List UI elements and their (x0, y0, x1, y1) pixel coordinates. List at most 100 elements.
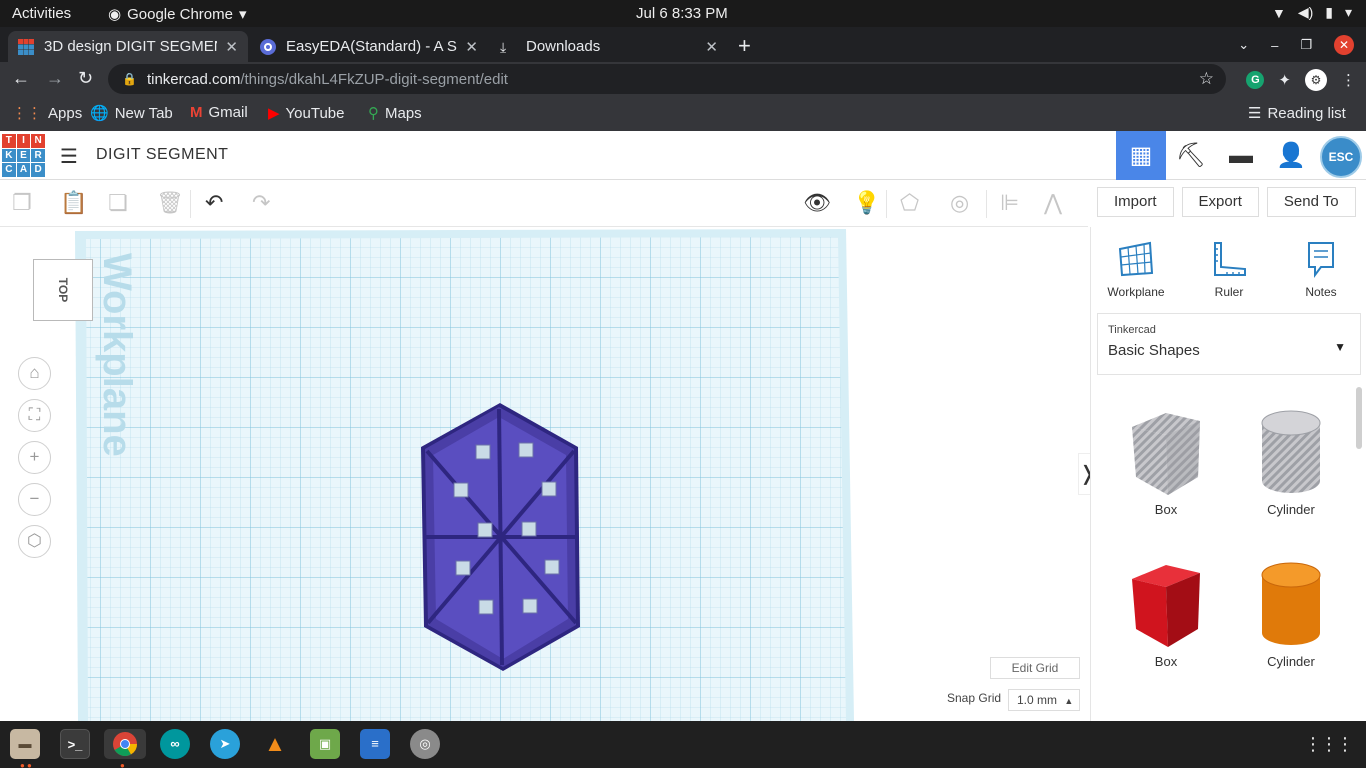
files-icon[interactable]: ▬ (10, 729, 40, 759)
shape-cylinder-hole[interactable]: Cylinder (1241, 407, 1341, 517)
bookmark-new-tab[interactable]: 🌐 New Tab (90, 104, 173, 123)
shape-cylinder[interactable]: Cylinder (1241, 559, 1341, 669)
user-avatar[interactable]: ESC (1316, 131, 1366, 180)
shapes-panel: Workplane Ruler Notes Tinkercad Basic Sh… (1090, 227, 1366, 721)
address-bar[interactable]: 🔒 tinkercad.com /things/dkahL4FkZUP-digi… (108, 64, 1226, 94)
pickaxe-icon[interactable]: ⛏ (1166, 131, 1216, 180)
view-cube[interactable]: TOP (33, 259, 93, 321)
design-canvas[interactable]: Workplane TOP ⌂ ⛶ + − ⬡ Edit Grid Snap G… (0, 227, 1090, 721)
bookmark-maps[interactable]: ⚲ Maps (368, 104, 422, 123)
group-icon[interactable]: ⬠ (900, 190, 919, 216)
3d-view-grid-icon[interactable]: ▦ (1116, 131, 1166, 180)
cylinder-icon (1261, 562, 1321, 645)
bookmark-gmail[interactable]: M Gmail (190, 104, 248, 121)
perspective-icon[interactable]: ⬡ (18, 525, 51, 558)
export-button[interactable]: Export (1181, 187, 1259, 217)
zoom-out-icon[interactable]: − (18, 483, 51, 516)
trash-icon[interactable]: 🗑 (156, 190, 184, 216)
import-button[interactable]: Import (1097, 187, 1174, 217)
lock-icon[interactable]: 🔒 (122, 72, 137, 86)
window-close-icon[interactable]: ✕ (1334, 35, 1354, 55)
image-viewer-icon[interactable]: ▣ (310, 729, 340, 759)
new-tab-button[interactable]: + (738, 33, 751, 59)
tab-downloads[interactable]: ⤓ Downloads ✕ (490, 31, 728, 62)
edit-toolbar: ❐ 📋 ❏ 🗑 ↶ ↷ 👁 💡 ⬠ ◎ ⊫ ⋀ (0, 180, 1088, 227)
edit-grid-button[interactable]: Edit Grid (990, 657, 1080, 679)
logo-letter: K (2, 148, 16, 163)
telegram-icon[interactable]: ➤ (210, 729, 240, 759)
shape-library-select[interactable]: Tinkercad Basic Shapes ▼ (1097, 313, 1361, 375)
zoom-in-icon[interactable]: + (18, 441, 51, 474)
duplicate-icon[interactable]: ❏ (108, 190, 128, 216)
shape-box[interactable]: Box (1116, 559, 1216, 669)
profile-avatar-icon[interactable]: ⚙ (1305, 69, 1327, 91)
back-icon[interactable]: ← (12, 68, 30, 89)
mirror-icon[interactable]: ⋀ (1044, 190, 1062, 216)
close-icon[interactable]: ✕ (705, 38, 718, 56)
logo-letter: N (31, 134, 45, 148)
ungroup-icon[interactable]: ◎ (950, 190, 969, 216)
tinkercad-logo[interactable]: TIN KER CAD (2, 134, 45, 177)
reload-icon[interactable]: ↻ (78, 68, 93, 89)
system-top-bar: Activities ◉ Google Chrome ▾ Jul 6 8:33 … (0, 0, 1366, 27)
tab-search-icon[interactable]: ⌄ (1238, 37, 1249, 53)
grammarly-icon[interactable]: G (1246, 71, 1265, 89)
tab-title: Downloads (526, 38, 601, 55)
clock[interactable]: Jul 6 8:33 PM (636, 5, 728, 22)
system-tray[interactable]: ▼ ◀) ▮ ▾ (1272, 4, 1352, 21)
panel-scrollbar[interactable] (1356, 387, 1362, 449)
maximize-icon[interactable]: ❐ (1300, 37, 1312, 53)
workplane-tool[interactable]: Workplane (1101, 239, 1171, 299)
extensions-puzzle-icon[interactable]: ✦ (1278, 71, 1291, 89)
chevron-down-icon: ▾ (1344, 4, 1352, 20)
workplane-svg: Workplane (75, 229, 854, 721)
show-all-eye-icon[interactable]: 👁 (803, 190, 831, 216)
close-icon[interactable]: ✕ (465, 38, 478, 56)
tab-tinkercad[interactable]: 3D design DIGIT SEGMENT ✕ (8, 31, 248, 62)
app-menu[interactable]: ◉ Google Chrome ▾ (108, 5, 247, 24)
bookmark-star-icon[interactable]: ☆ (1199, 69, 1214, 89)
design-title[interactable]: DIGIT SEGMENT (96, 146, 228, 164)
home-view-icon[interactable]: ⌂ (18, 357, 51, 390)
chrome-menu-icon[interactable]: ⋮ (1341, 71, 1356, 89)
digit-segment-model[interactable] (421, 403, 580, 671)
align-icon[interactable]: ⊫ (1000, 190, 1019, 216)
terminal-icon[interactable]: >_ (60, 729, 90, 759)
minimize-icon[interactable]: – (1271, 38, 1278, 53)
activities-button[interactable]: Activities (12, 5, 71, 22)
reading-list-icon: ☰ (1248, 105, 1262, 122)
logo-letter: R (31, 148, 45, 163)
lightbulb-icon[interactable]: 💡 (853, 190, 880, 216)
fit-view-icon[interactable]: ⛶ (18, 399, 51, 432)
close-icon[interactable]: ✕ (225, 38, 238, 56)
snap-grid-value: 1.0 mm (1017, 693, 1058, 707)
disk-icon[interactable]: ◎ (410, 729, 440, 759)
writer-document-icon[interactable]: ≡ (360, 729, 390, 759)
design-menu-icon[interactable]: ☰ (60, 144, 78, 169)
url-path: /things/dkahL4FkZUP-digit-segment/edit (240, 70, 508, 88)
snap-grid-select[interactable]: 1.0 mm ▲ (1008, 689, 1080, 711)
chrome-dock-icon[interactable] (104, 729, 146, 759)
bricks-icon[interactable]: ▬ (1216, 131, 1266, 180)
shape-box-hole[interactable]: Box (1116, 407, 1216, 517)
notes-tool[interactable]: Notes (1286, 239, 1356, 299)
show-applications-icon[interactable]: ⋮⋮⋮ (1304, 734, 1354, 755)
bookmark-label: New Tab (114, 104, 173, 122)
tab-strip: 3D design DIGIT SEGMENT ✕ EasyEDA(Standa… (0, 27, 1366, 62)
panel-toggle-icon[interactable]: ❭ (1078, 453, 1090, 495)
arduino-icon[interactable]: ∞ (160, 729, 190, 759)
add-user-icon[interactable]: 👤 (1266, 131, 1316, 180)
send-to-button[interactable]: Send To (1266, 187, 1356, 217)
ruler-tool[interactable]: Ruler (1194, 239, 1264, 299)
vlc-icon[interactable]: ▲ (260, 729, 290, 759)
copy-icon[interactable]: ❐ (12, 190, 32, 216)
paste-icon[interactable]: 📋 (60, 190, 87, 216)
bookmark-youtube[interactable]: ▶ YouTube (268, 104, 345, 123)
forward-icon[interactable]: → (46, 68, 64, 89)
shape-label: Box (1154, 502, 1178, 517)
redo-icon[interactable]: ↷ (252, 190, 270, 216)
undo-icon[interactable]: ↶ (205, 190, 223, 216)
bookmark-apps[interactable]: ⋮⋮ Apps (12, 104, 82, 123)
reading-list-button[interactable]: ☰ Reading list (1248, 104, 1346, 123)
tab-easyeda[interactable]: EasyEDA(Standard) - A Sim ✕ (250, 31, 488, 62)
